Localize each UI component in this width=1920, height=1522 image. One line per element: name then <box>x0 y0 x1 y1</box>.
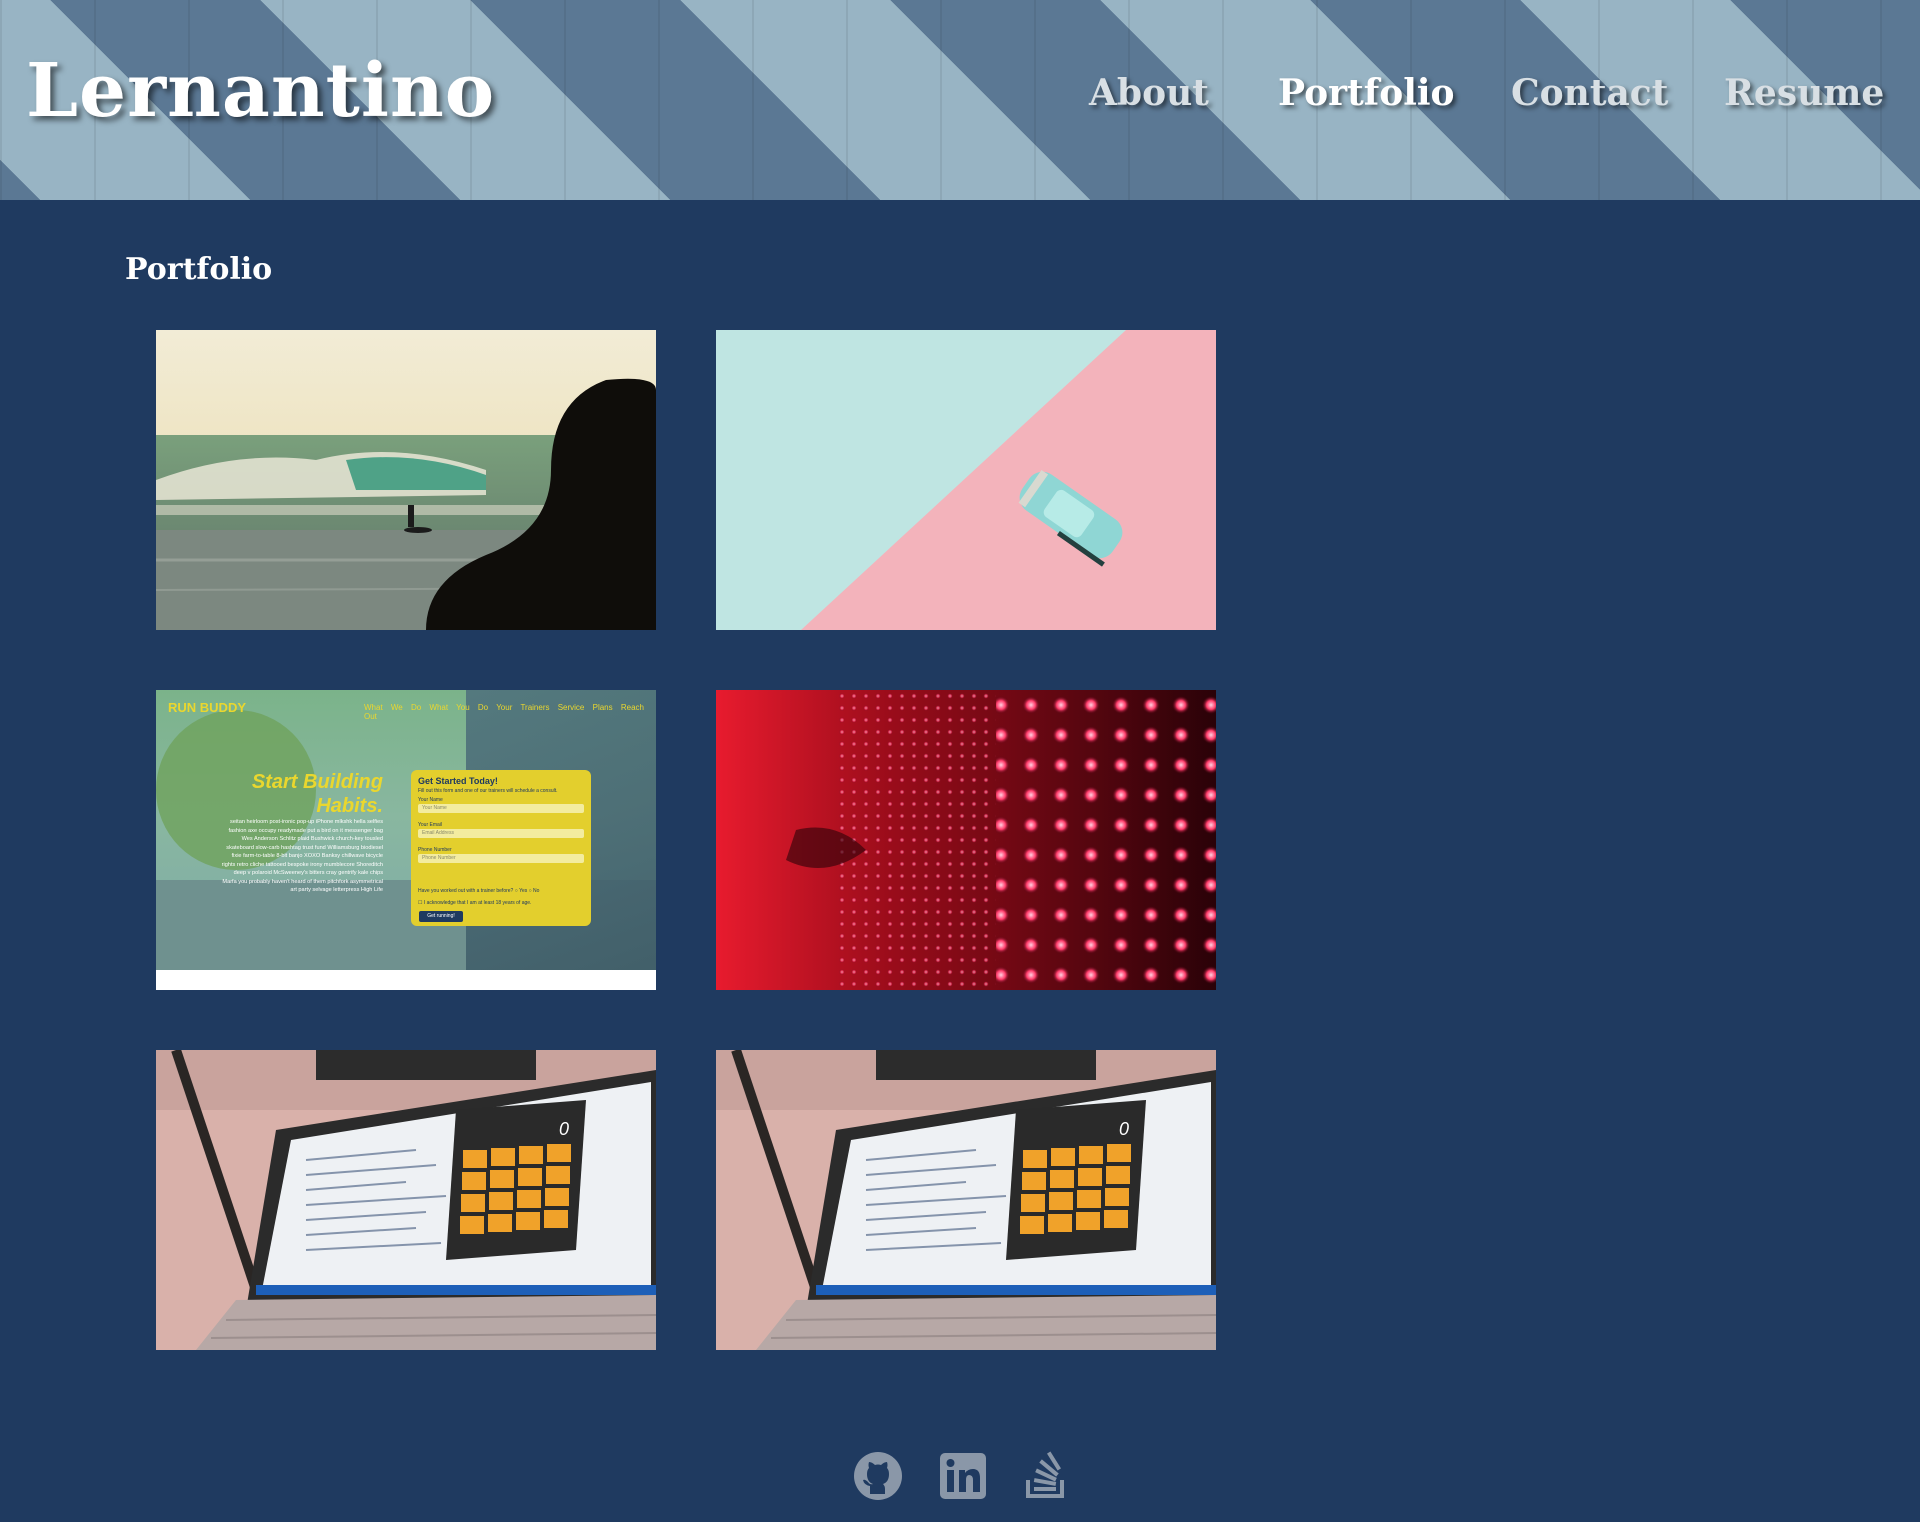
project-card-run-buddy[interactable]: RUN BUDDY What We Do What You Do Your Tr… <box>156 690 656 990</box>
toy-car-image <box>716 330 1216 630</box>
led-wall-image <box>716 690 1216 990</box>
main-nav: About Portfolio Contact Resume <box>0 72 1920 132</box>
nav-link-about[interactable]: About <box>1089 72 1209 114</box>
run-buddy-headline: Start Building Habits. <box>251 771 383 817</box>
site-header: Lernantino About Portfolio Contact Resum… <box>0 0 1920 200</box>
laptop-calculator-image: 0 <box>716 1050 1216 1350</box>
stack-overflow-icon[interactable] <box>1020 1450 1072 1502</box>
project-card-calculator-1[interactable]: 0 <box>156 1050 656 1350</box>
run-buddy-form: Get Started Today! Fill out this form an… <box>411 770 591 926</box>
linkedin-icon[interactable] <box>937 1450 989 1502</box>
calculator-display: 0 <box>1119 1119 1129 1139</box>
calculator-display: 0 <box>559 1119 569 1139</box>
laptop-calculator-image: 0 <box>156 1050 656 1350</box>
section-title: Portfolio <box>125 252 273 287</box>
surfer-image <box>156 330 656 630</box>
project-card-surfer[interactable] <box>156 330 656 630</box>
project-card-calculator-2[interactable]: 0 <box>716 1050 1216 1350</box>
nav-link-contact[interactable]: Contact <box>1511 72 1668 114</box>
run-buddy-screenshot: RUN BUDDY What We Do What You Do Your Tr… <box>156 690 656 990</box>
run-buddy-nav: What We Do What You Do Your Trainers Ser… <box>364 703 644 721</box>
project-card-toy-car[interactable] <box>716 330 1216 630</box>
run-buddy-paragraph: seitan heirloom post-ironic pop-up iPhon… <box>221 819 383 893</box>
run-buddy-brand: RUN BUDDY <box>168 700 246 715</box>
project-card-led-wall[interactable] <box>716 690 1216 990</box>
nav-link-portfolio[interactable]: Portfolio <box>1278 72 1455 114</box>
github-icon[interactable] <box>852 1450 904 1502</box>
nav-link-resume[interactable]: Resume <box>1724 72 1884 114</box>
